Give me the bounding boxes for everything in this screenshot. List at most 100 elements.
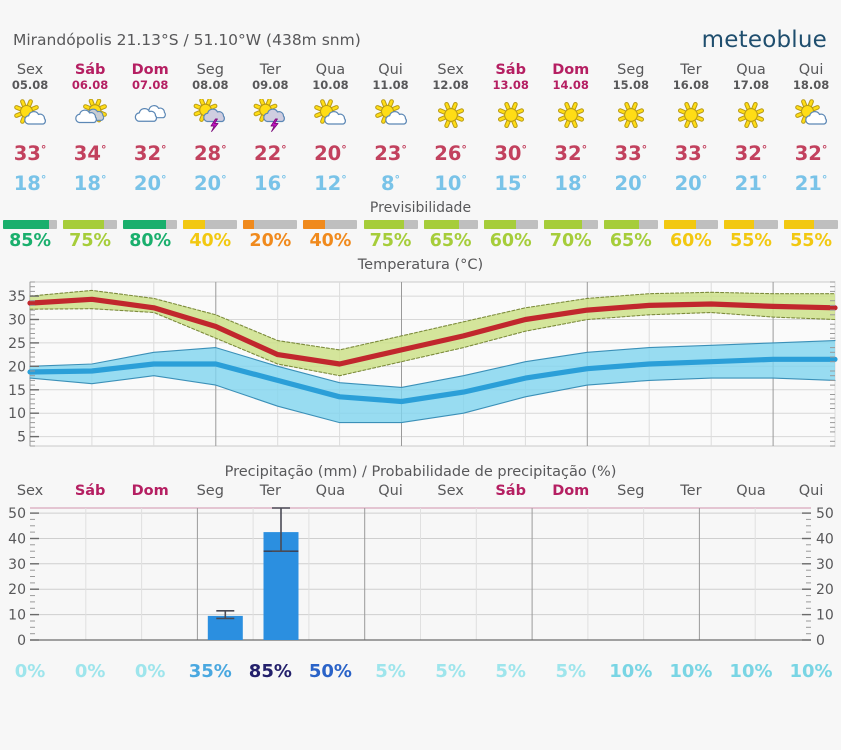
day-name: Sex [16,62,44,78]
temp-min-value: 20 [193,172,222,195]
temp-max: 32° [541,137,601,167]
day-date: 18.08 [792,78,830,92]
temp-max: 33° [0,137,60,167]
predictability-value: 60% [489,231,532,251]
degree-symbol: ° [394,173,401,186]
precip-day-cell: Qui [360,482,420,500]
degree-symbol: ° [401,143,407,156]
temp-max-value: 30 [494,142,522,165]
predictability-bar-fill [243,220,255,229]
degree-symbol: ° [221,173,227,186]
temp-min-value: 18 [554,172,582,195]
temp-min-value: 20 [133,172,162,195]
day-column-10.08[interactable]: Qua 10.08 [300,62,360,92]
predictability-bar-fill [3,220,49,229]
degree-symbol: ° [161,173,167,186]
temp-max-value: 26 [434,142,462,165]
day-column-05.08[interactable]: Sex 05.08 [0,62,60,92]
degree-symbol: ° [701,173,708,186]
day-column-13.08[interactable]: Sáb 13.08 [481,62,541,92]
day-name: Qui [378,62,403,78]
predictability-cell: 55% [721,220,781,252]
predictability-bar-fill [483,220,517,229]
degree-symbol: ° [641,143,648,156]
degree-symbol: ° [281,143,287,156]
temp-min-value: 16 [254,172,282,195]
predictability-value: 80% [129,231,172,251]
precip-day-cell: Sáb [60,482,120,500]
precip-day-cell: Seg [601,482,661,500]
precip-day-name: Ter [259,483,281,499]
precip-day-cell: Qui [781,482,841,500]
weather-icon-cell [781,97,841,135]
day-column-12.08[interactable]: Sex 12.08 [421,62,481,92]
degree-symbol: ° [521,143,527,156]
temperature-cell: 26° 10° [421,135,481,197]
temp-max: 34° [60,137,120,167]
predictability-bar [123,220,178,229]
degree-symbol: ° [341,143,347,156]
temp-min-value: 18 [73,172,101,195]
temp-max: 30° [481,137,541,167]
temp-max-value: 32 [133,142,162,165]
precipitation-day-row: Sex Sáb Dom Seg Ter Qua Qui Sex Sáb Dom Seg Ter Qua Q… [0,482,841,500]
predictability-value: 40% [189,231,232,251]
svg-text:15: 15 [8,383,26,399]
temperature-cell: 32° 21° [781,135,841,197]
predictability-value: 85% [9,231,51,251]
precipitation-plot: 0 0 10 10 20 20 30 30 40 40 50 50 [0,500,841,660]
precip-probability-cell: 10% [601,660,661,683]
precip-probability-value: 35% [188,661,232,682]
precip-day-name: Qua [736,483,766,499]
temperature-cell: 30° 15° [481,135,541,197]
sun-icon [481,97,541,135]
day-column-14.08[interactable]: Dom 14.08 [541,62,601,92]
day-name: Dom [131,62,169,78]
degree-symbol: ° [641,173,648,186]
day-column-08.08[interactable]: Seg 08.08 [180,62,240,92]
temp-max-value: 28 [193,142,222,165]
day-column-18.08[interactable]: Qui 18.08 [781,62,841,92]
temp-min: 21° [781,167,841,197]
temperature-cell: 23° 8° [360,135,420,197]
precip-probability-cell: 5% [541,660,601,683]
svg-text:40: 40 [8,532,26,548]
day-name: Qui [798,62,824,78]
predictability-value: 70% [549,231,592,251]
precip-day-name: Sáb [495,483,526,499]
precip-day-name: Seg [617,483,645,499]
temp-max: 20° [300,137,360,167]
precip-probability-cell: 10% [721,660,781,683]
day-column-16.08[interactable]: Ter 16.08 [661,62,721,92]
day-column-06.08[interactable]: Sáb 06.08 [60,62,120,92]
day-column-07.08[interactable]: Dom 07.08 [120,62,180,92]
precip-day-name: Qui [378,483,403,499]
temp-min: 18° [541,167,601,197]
temp-min-value: 20 [674,172,702,195]
day-date: 14.08 [552,78,589,92]
predictability-bar-fill [543,220,582,229]
precip-day-cell: Ter [661,482,721,500]
svg-text:30: 30 [816,557,834,573]
thunderstorm-sun-icon [240,97,300,135]
day-column-17.08[interactable]: Qua 17.08 [721,62,781,92]
temperature-cell: 28° 20° [180,135,240,197]
precip-probability-cell: 50% [300,660,360,683]
day-name: Sáb [495,62,526,78]
predictability-value: 65% [429,231,472,251]
degree-symbol: ° [461,173,467,186]
day-column-09.08[interactable]: Ter 09.08 [240,62,300,92]
predictability-cell: 60% [661,220,721,252]
meteoblue-logo: meteoblue [701,27,827,53]
day-date: 16.08 [672,78,710,92]
day-column-15.08[interactable]: Seg 15.08 [601,62,661,92]
temp-min-value: 18 [13,172,41,195]
predictability-cell: 85% [0,220,60,252]
cloudy-icon [120,97,180,135]
temperature-cell: 33° 20° [601,135,661,197]
predictability-cell: 65% [421,220,481,252]
precip-probability-value: 10% [669,661,713,682]
precip-probability-value: 0% [14,661,46,682]
day-column-11.08[interactable]: Qui 11.08 [360,62,420,92]
weather-icon-cell [120,97,180,135]
